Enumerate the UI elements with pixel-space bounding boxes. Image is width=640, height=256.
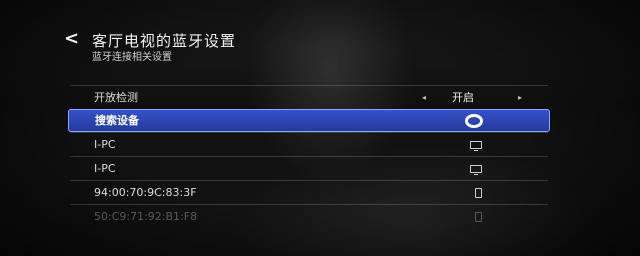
device-row[interactable]: I-PC xyxy=(70,132,548,156)
page-subtitle: 蓝牙连接相关设置 xyxy=(92,52,172,63)
page-header: < 客厅电视的蓝牙设置 蓝牙连接相关设置 xyxy=(64,28,564,68)
search-ring-icon xyxy=(465,113,483,128)
open-detection-label: 开放检测 xyxy=(94,91,138,104)
arrow-right-icon[interactable]: ▸ xyxy=(518,86,522,109)
device-name: I-PC xyxy=(94,138,116,151)
tv-screen: < 客厅电视的蓝牙设置 蓝牙连接相关设置 开放检测 ◂ 开启 ▸ 搜索设备 I-… xyxy=(0,0,640,256)
device-name: I-PC xyxy=(94,162,116,175)
device-name: 50:C9:71:92:B1:F8 xyxy=(94,210,198,223)
device-name: 94:00:70:9C:83:3F xyxy=(94,186,197,199)
open-detection-selector[interactable]: ◂ 开启 ▸ xyxy=(422,86,522,109)
tv-icon xyxy=(470,164,482,175)
tv-icon xyxy=(470,140,482,151)
device-row[interactable]: 50:C9:71:92:B1:F8 xyxy=(70,204,548,228)
phone-icon xyxy=(475,187,482,198)
back-chevron-icon[interactable]: < xyxy=(64,30,79,48)
search-devices-label: 搜索设备 xyxy=(95,114,139,127)
search-devices-row[interactable]: 搜索设备 xyxy=(68,109,550,132)
arrow-left-icon[interactable]: ◂ xyxy=(422,86,426,109)
open-detection-value: 开启 xyxy=(452,91,474,104)
phone-icon xyxy=(475,211,482,222)
device-row[interactable]: I-PC xyxy=(70,156,548,180)
open-detection-row[interactable]: 开放检测 ◂ 开启 ▸ xyxy=(70,85,548,109)
settings-list: 开放检测 ◂ 开启 ▸ 搜索设备 I-PC I-PC 94:00:70:9C:8… xyxy=(68,85,550,228)
device-row[interactable]: 94:00:70:9C:83:3F xyxy=(70,180,548,204)
